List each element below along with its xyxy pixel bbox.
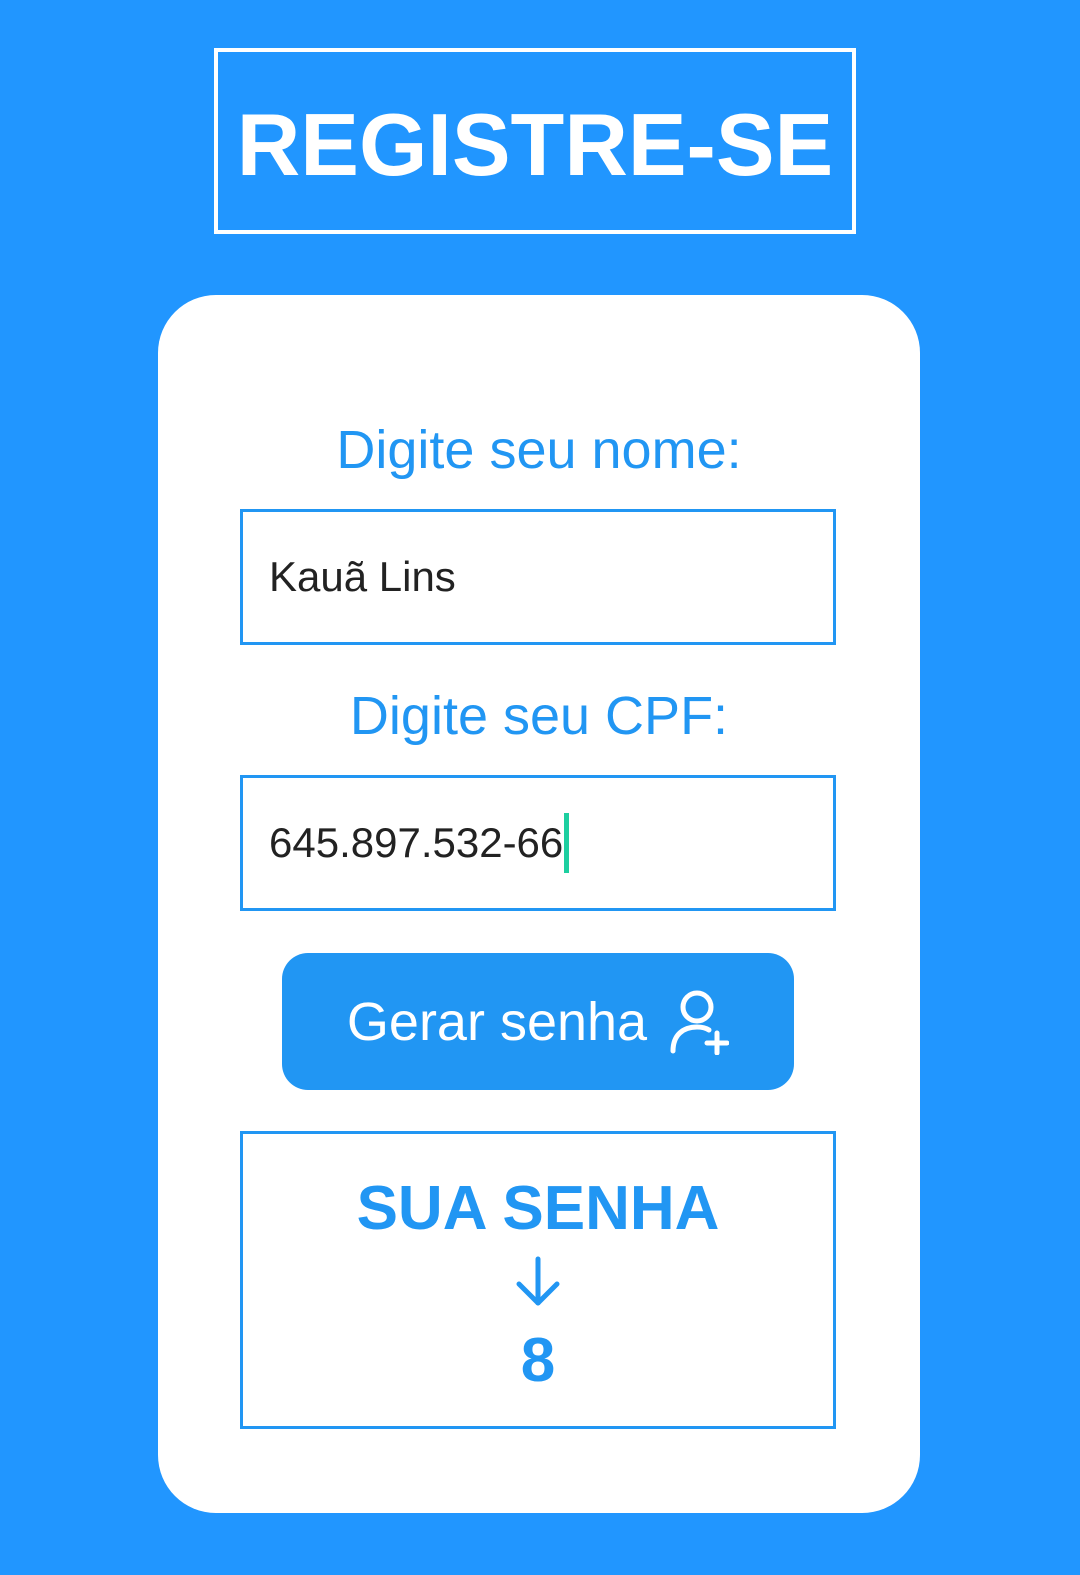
user-plus-icon [669, 989, 730, 1055]
cpf-input-value: 645.897.532-66 [269, 819, 564, 866]
generate-password-label: Gerar senha [346, 991, 648, 1052]
cpf-label: Digite seu CPF: [349, 686, 729, 746]
password-result-value: 8 [520, 1326, 556, 1395]
name-label: Digite seu nome: [336, 420, 742, 480]
password-result-box: SUA SENHA 8 [240, 1131, 836, 1429]
page-title: REGISTRE-SE [236, 95, 834, 194]
password-result-title: SUA SENHA [356, 1174, 720, 1243]
cpf-input[interactable]: 645.897.532-66 [240, 775, 836, 911]
arrow-down-icon [515, 1256, 561, 1308]
register-card: Digite seu nome: Kauã Lins Digite seu CP… [158, 295, 920, 1513]
name-input-value: Kauã Lins [269, 553, 456, 600]
text-caret [564, 813, 570, 873]
page-title-box: REGISTRE-SE [214, 48, 856, 234]
name-input[interactable]: Kauã Lins [240, 509, 836, 645]
generate-password-button[interactable]: Gerar senha [282, 953, 794, 1090]
